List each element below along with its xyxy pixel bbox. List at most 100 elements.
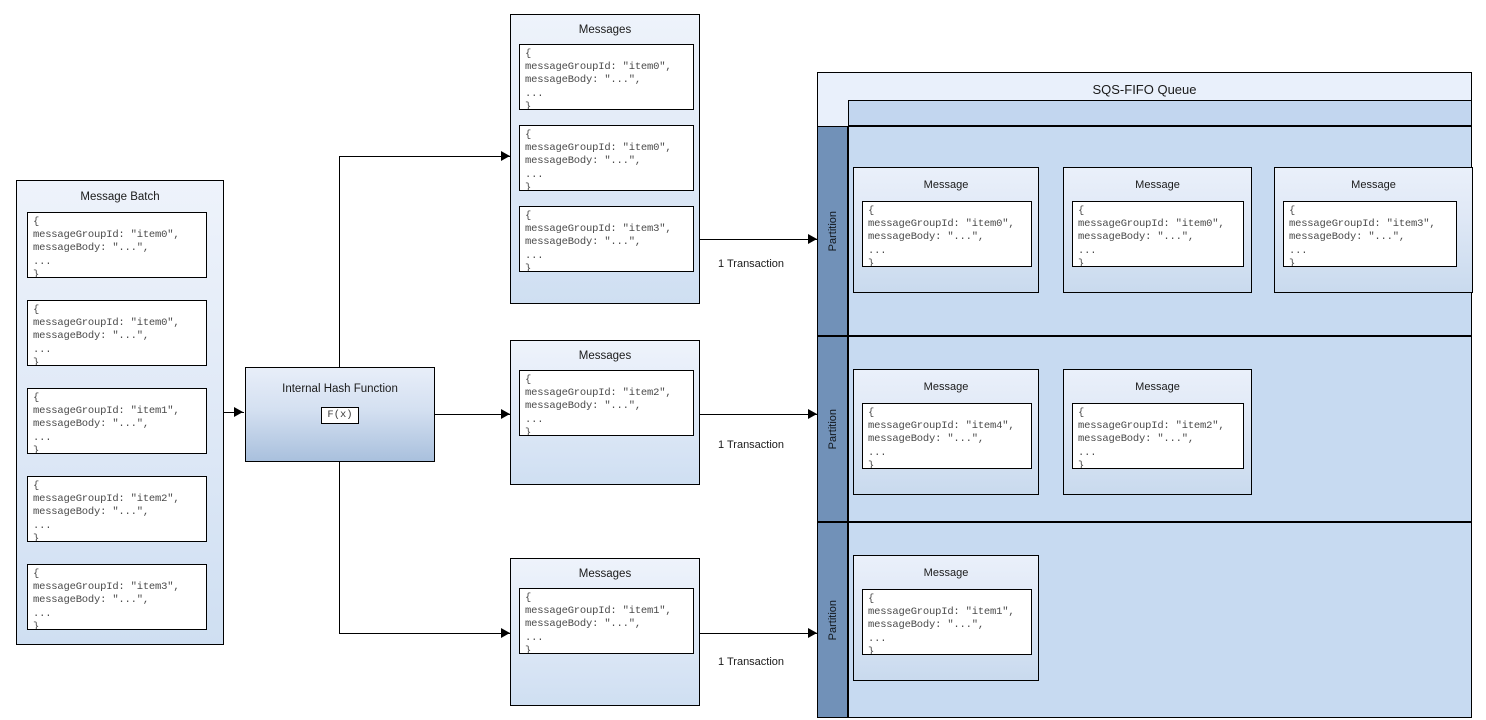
json-line-close: } — [525, 100, 532, 110]
json-line-open: { — [525, 592, 532, 604]
json-line-groupid: messageGroupId: "item4", — [868, 420, 1015, 433]
connector-hash-to-group1-horizontal — [339, 156, 511, 157]
json-line-groupid: messageGroupId: "item1", — [525, 605, 672, 618]
queue-message-title: Message — [1135, 179, 1180, 191]
batch-message-card: { messageGroupId: "item1", messageBody: … — [27, 388, 207, 454]
json-line-open: { — [868, 407, 875, 419]
json-line-close: } — [868, 645, 875, 655]
json-line-open: { — [1289, 205, 1296, 217]
json-line-ellipsis: ... — [33, 255, 52, 268]
json-line-open: { — [525, 48, 532, 60]
json-line-body: messageBody: "...", — [1078, 231, 1194, 244]
group-message-card: { messageGroupId: "item0", messageBody: … — [519, 44, 694, 110]
json-line-open: { — [1078, 407, 1085, 419]
json-line-groupid: messageGroupId: "item2", — [525, 387, 672, 400]
json-line-ellipsis: ... — [1078, 244, 1097, 257]
json-line-open: { — [525, 129, 532, 141]
queue-message-box: Message { messageGroupId: "item0", messa… — [1063, 167, 1252, 293]
json-line-body: messageBody: "...", — [525, 155, 641, 168]
queue-message-box: Message { messageGroupId: "item3", messa… — [1274, 167, 1473, 293]
json-line-close: } — [1078, 459, 1085, 469]
json-line-open: { — [33, 568, 40, 580]
connector-hash-to-group1-vertical — [339, 156, 340, 367]
json-line-ellipsis: ... — [33, 431, 52, 444]
json-line-open: { — [33, 480, 40, 492]
queue-message-title: Message — [923, 179, 969, 191]
queue-message-card: { messageGroupId: "item3", messageBody: … — [1283, 201, 1457, 267]
json-line-close: } — [33, 268, 40, 278]
queue-message-title: Message — [923, 567, 969, 579]
json-line-ellipsis: ... — [525, 168, 544, 181]
queue-message-card: { messageGroupId: "item0", messageBody: … — [1072, 201, 1244, 267]
hash-function-title: Internal Hash Function — [282, 383, 398, 395]
json-line-close: } — [525, 262, 532, 272]
json-line-body: messageBody: "...", — [525, 236, 641, 249]
json-line-ellipsis: ... — [868, 632, 887, 645]
arrowhead-hash-to-group3 — [501, 628, 510, 638]
partition-label: Partition — [826, 210, 839, 252]
json-line-groupid: messageGroupId: "item2", — [33, 493, 180, 506]
json-line-open: { — [33, 304, 40, 316]
arrowhead-group2-to-partition2 — [808, 409, 817, 419]
json-line-body: messageBody: "...", — [868, 231, 984, 244]
json-line-open: { — [33, 216, 40, 228]
json-line-close: } — [33, 620, 40, 630]
queue-message-card: { messageGroupId: "item1", messageBody: … — [862, 589, 1032, 655]
json-line-body: messageBody: "...", — [525, 400, 641, 413]
json-line-groupid: messageGroupId: "item2", — [1078, 420, 1225, 433]
messages-group-container: Messages { messageGroupId: "item0", mess… — [510, 14, 700, 304]
json-line-groupid: messageGroupId: "item0", — [525, 61, 672, 74]
arrowhead-batch-to-hash — [234, 407, 243, 417]
partition-row: Message { messageGroupId: "item4", messa… — [848, 336, 1472, 522]
json-line-open: { — [525, 374, 532, 386]
queue-message-box: Message { messageGroupId: "item4", messa… — [853, 369, 1039, 495]
batch-message-card: { messageGroupId: "item0", messageBody: … — [27, 212, 207, 278]
json-line-body: messageBody: "...", — [33, 506, 149, 519]
json-line-ellipsis: ... — [33, 519, 52, 532]
json-line-body: messageBody: "...", — [868, 433, 984, 446]
queue-message-title: Message — [1351, 179, 1396, 191]
partition-label: Partition — [826, 408, 839, 450]
json-line-open: { — [868, 593, 875, 605]
json-line-body: messageBody: "...", — [1078, 433, 1194, 446]
queue-message-box: Message { messageGroupId: "item1", messa… — [853, 555, 1039, 681]
json-line-body: messageBody: "...", — [33, 594, 149, 607]
json-line-close: } — [33, 532, 40, 542]
messages-group-title: Messages — [578, 568, 632, 580]
partition-label: Partition — [826, 599, 839, 641]
json-line-close: } — [868, 459, 875, 469]
transaction-label-2: 1 Transaction — [718, 439, 785, 451]
json-line-groupid: messageGroupId: "item0", — [33, 229, 180, 242]
json-line-ellipsis: ... — [868, 446, 887, 459]
queue-message-card: { messageGroupId: "item0", messageBody: … — [862, 201, 1032, 267]
json-line-open: { — [868, 205, 875, 217]
queue-message-box: Message { messageGroupId: "item2", messa… — [1063, 369, 1252, 495]
partition-row: Message { messageGroupId: "item0", messa… — [848, 126, 1473, 336]
connector-hash-to-group3-horizontal — [339, 633, 511, 634]
json-line-body: messageBody: "...", — [1289, 231, 1405, 244]
json-line-close: } — [525, 426, 532, 436]
json-line-close: } — [525, 181, 532, 191]
json-line-close: } — [525, 644, 532, 654]
arrowhead-hash-to-group2 — [501, 409, 510, 419]
json-line-ellipsis: ... — [33, 607, 52, 620]
messages-group-title: Messages — [578, 350, 632, 362]
json-line-ellipsis: ... — [33, 343, 52, 356]
json-line-open: { — [1078, 205, 1085, 217]
json-line-close: } — [33, 356, 40, 366]
messages-group-container: Messages { messageGroupId: "item2", mess… — [510, 340, 700, 485]
json-line-groupid: messageGroupId: "item0", — [525, 142, 672, 155]
partition-row: Message { messageGroupId: "item1", messa… — [848, 522, 1472, 718]
partition-tab: Partition — [817, 126, 848, 336]
json-line-body: messageBody: "...", — [525, 618, 641, 631]
connector-hash-to-group3-vertical — [339, 462, 340, 633]
json-line-open: { — [525, 210, 532, 222]
queue-message-card: { messageGroupId: "item2", messageBody: … — [1072, 403, 1244, 469]
json-line-ellipsis: ... — [525, 631, 544, 644]
message-batch-title: Message Batch — [80, 191, 160, 203]
json-line-body: messageBody: "...", — [525, 74, 641, 87]
json-line-close: } — [33, 444, 40, 454]
json-line-groupid: messageGroupId: "item0", — [1078, 218, 1225, 231]
group-message-card: { messageGroupId: "item0", messageBody: … — [519, 125, 694, 191]
transaction-label-1: 1 Transaction — [718, 258, 785, 270]
